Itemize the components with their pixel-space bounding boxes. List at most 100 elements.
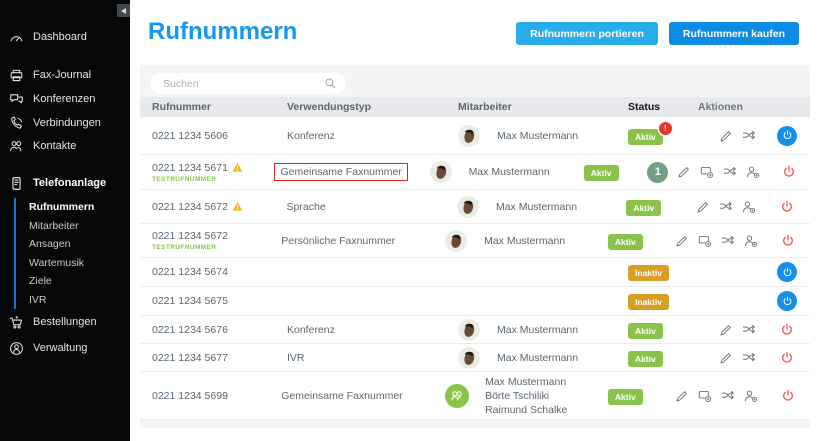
port-numbers-button[interactable]: Rufnummern portieren (516, 22, 658, 45)
employee-names: Max Mustermann Börte Tschiliki Raimund S… (485, 375, 567, 417)
submenu-item-wartemusik[interactable]: Wartemusik (29, 254, 130, 273)
sidebar-item-label: Konferenzen (33, 93, 95, 105)
edit-button[interactable] (719, 129, 733, 143)
sidebar-item-konferenzen[interactable]: Konferenzen (0, 88, 130, 110)
table-row[interactable]: 0221 1234 5606 Konferenz Max Mustermann … (140, 117, 810, 155)
status-badge: Aktiv (608, 234, 643, 250)
employee-name: Max Mustermann (469, 165, 550, 179)
table-row[interactable]: 0221 1234 5674 Inaktiv (140, 258, 810, 287)
sidebar-item-verbindungen[interactable]: Verbindungen (0, 112, 130, 134)
submenu-item-ivr[interactable]: IVR (29, 291, 130, 310)
sidebar-item-label: Bestellungen (33, 316, 97, 328)
table-header: Rufnummer Verwendungstyp Mitarbeiter Sta… (140, 97, 810, 117)
buy-numbers-button[interactable]: Rufnummern kaufen (669, 22, 799, 45)
shuffle-button[interactable] (721, 389, 735, 403)
search-input[interactable] (150, 73, 346, 94)
shuffle-button[interactable] (719, 200, 733, 214)
forward-button[interactable] (698, 234, 712, 248)
status-badge: Inaktiv (628, 294, 669, 310)
shuffle-icon (742, 323, 756, 337)
sidebar-item-label: Telefonanlage (33, 177, 106, 189)
deactivate-button[interactable] (780, 200, 794, 214)
usage-type: Konferenz (287, 324, 335, 336)
user-gear-icon (742, 200, 756, 214)
table-row[interactable]: 0221 1234 5672 Sprache Max Mustermann Ak… (140, 190, 810, 224)
table-row[interactable]: 0221 1234 5699 Gemeinsame Faxnummer Max … (140, 372, 810, 420)
activate-button[interactable] (777, 126, 797, 146)
deactivate-button[interactable] (781, 389, 795, 403)
activate-button[interactable] (777, 262, 797, 282)
submenu-item-rufnummern[interactable]: Rufnummern (29, 198, 130, 217)
shuffle-button[interactable] (742, 323, 756, 337)
avatar (430, 161, 452, 183)
search-icon[interactable] (324, 77, 337, 90)
deactivate-button[interactable] (780, 351, 794, 365)
user-settings-button[interactable] (746, 165, 760, 179)
user-settings-button[interactable] (744, 234, 758, 248)
phone-number: 0221 1234 5672 (152, 230, 228, 242)
usage-type: Gemeinsame Faxnummer (281, 390, 402, 402)
activate-button[interactable] (777, 291, 797, 311)
forward-button[interactable] (700, 165, 714, 179)
collapse-left-arrow-icon (121, 8, 126, 14)
edit-button[interactable] (719, 323, 733, 337)
telefonanlage-submenu: Rufnummern Mitarbeiter Ansagen Wartemusi… (14, 198, 130, 309)
edit-button[interactable] (677, 165, 691, 179)
submenu-item-ansagen[interactable]: Ansagen (29, 235, 130, 254)
pencil-icon (719, 351, 733, 365)
table-row[interactable]: 0221 1234 5676 Konferenz Max Mustermann … (140, 316, 810, 344)
usage-type-highlighted: Gemeinsame Faxnummer (274, 163, 407, 181)
shuffle-button[interactable] (742, 351, 756, 365)
column-header-verwendungstyp: Verwendungstyp (287, 101, 458, 113)
warning-icon (232, 201, 243, 212)
status-badge: Aktiv (628, 351, 663, 367)
sidebar: Dashboard Fax-Journal Konferenzen Verbin… (0, 0, 130, 441)
sidebar-item-kontakte[interactable]: Kontakte (0, 135, 130, 157)
table-row[interactable]: 0221 1234 5677 IVR Max Mustermann Aktiv (140, 344, 810, 372)
test-number-tag: TESTRUFNUMMER (152, 244, 281, 251)
deactivate-button[interactable] (782, 165, 796, 179)
usage-type: Persönliche Faxnummer (281, 235, 395, 247)
sidebar-item-label: Kontakte (33, 140, 76, 152)
sidebar-item-telefonanlage[interactable]: Telefonanlage (0, 172, 130, 194)
pencil-icon (719, 129, 733, 143)
phone-waves-icon (9, 116, 24, 131)
edit-button[interactable] (675, 389, 689, 403)
sidebar-item-bestellungen[interactable]: Bestellungen (0, 311, 130, 333)
sidebar-item-fax-journal[interactable]: Fax-Journal (0, 64, 130, 86)
user-settings-button[interactable] (742, 200, 756, 214)
table-row[interactable]: 0221 1234 5671 TESTRUFNUMMER Gemeinsame … (140, 155, 810, 190)
power-icon (782, 267, 793, 278)
avatar (458, 347, 480, 369)
submenu-item-mitarbeiter[interactable]: Mitarbeiter (29, 217, 130, 236)
account-circle-icon (9, 341, 24, 356)
status-badge: Aktiv (584, 165, 619, 181)
shuffle-icon (723, 165, 737, 179)
phone-number: 0221 1234 5675 (152, 295, 228, 307)
phone-number: 0221 1234 5674 (152, 266, 228, 278)
deactivate-button[interactable] (781, 234, 795, 248)
avatar (457, 196, 479, 218)
deactivate-button[interactable] (780, 323, 794, 337)
edit-button[interactable] (696, 200, 710, 214)
column-header-rufnummer: Rufnummer (140, 101, 287, 113)
shuffle-icon (742, 129, 756, 143)
shuffle-button[interactable] (721, 234, 735, 248)
sidebar-item-dashboard[interactable]: Dashboard (0, 26, 130, 48)
user-settings-button[interactable] (744, 389, 758, 403)
submenu-item-ziele[interactable]: Ziele (29, 272, 130, 291)
sidebar-collapse-button[interactable] (117, 4, 130, 17)
forward-button[interactable] (698, 389, 712, 403)
status-badge: Aktiv (626, 200, 661, 216)
pbx-phone-icon (9, 176, 24, 191)
power-icon (780, 323, 794, 337)
sidebar-item-verwaltung[interactable]: Verwaltung (0, 337, 130, 359)
table-row[interactable]: 0221 1234 5675 Inaktiv (140, 287, 810, 316)
edit-button[interactable] (675, 234, 689, 248)
table-row[interactable]: 0221 1234 5672 TESTRUFNUMMER Persönliche… (140, 224, 810, 258)
edit-button[interactable] (719, 351, 733, 365)
shuffle-button[interactable] (742, 129, 756, 143)
printer-icon (9, 68, 24, 83)
shuffle-button[interactable] (723, 165, 737, 179)
power-icon (782, 130, 793, 141)
